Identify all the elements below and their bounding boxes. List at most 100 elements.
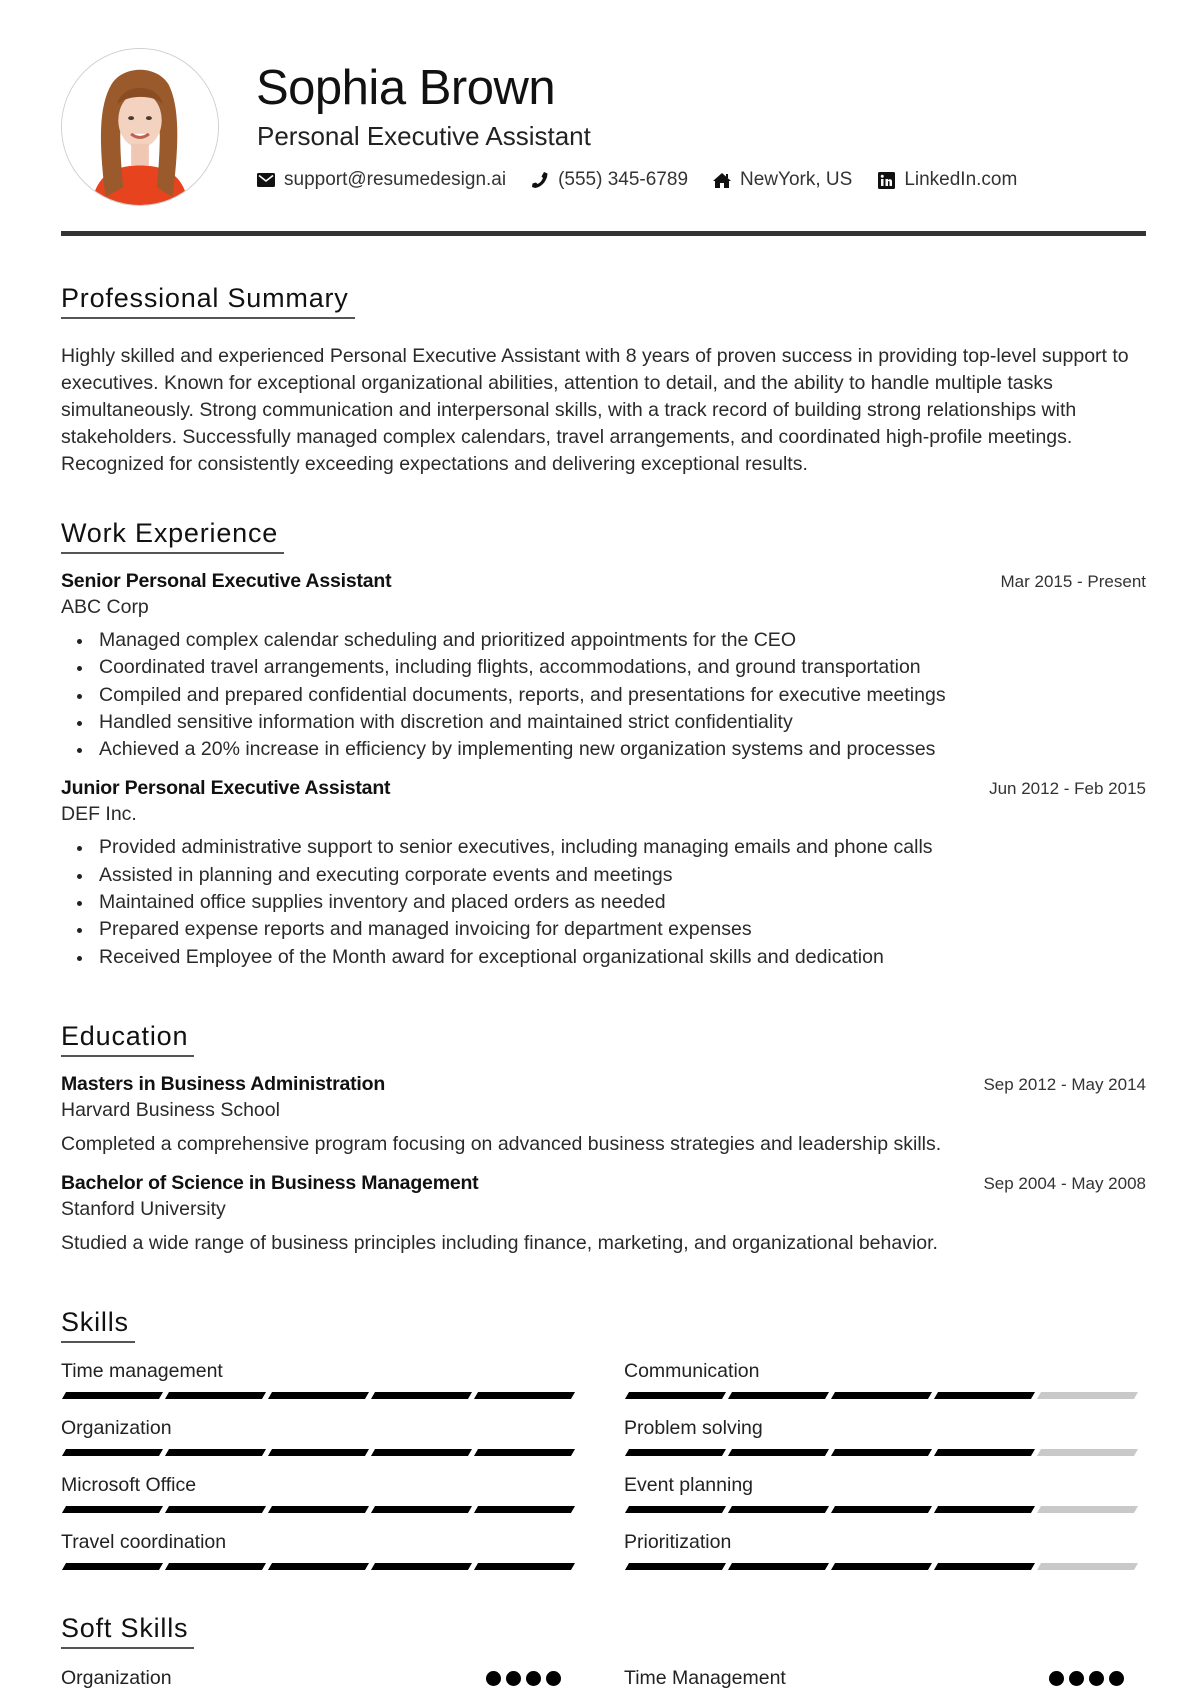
profile-photo-image [62, 49, 218, 205]
rating-segment-empty [1036, 1449, 1139, 1456]
skill-item: Prioritization [624, 1529, 1142, 1570]
contact-email[interactable]: support@resumedesign.ai [256, 168, 506, 192]
education-section: Education Masters in Business Administra… [61, 1020, 1146, 1257]
degree-title: Masters in Business Administration [61, 1073, 386, 1095]
job-bullet: Achieved a 20% increase in efficiency by… [61, 736, 1146, 763]
rating-segment-filled [61, 1392, 164, 1399]
contact-location-text: NewYork, US [740, 169, 853, 190]
education-description: Completed a comprehensive program focusi… [61, 1133, 942, 1155]
skill-rating-bar [624, 1449, 1142, 1456]
skills-section: Skills Time management Communication Organ… [61, 1306, 1146, 1570]
education-entry: Masters in Business Administration Sep 2… [61, 1071, 1146, 1158]
linkedin-icon [876, 171, 896, 189]
rating-segment-filled [933, 1506, 1036, 1513]
rating-segment-filled [61, 1563, 164, 1570]
job-entry: Junior Personal Executive Assistant Jun … [61, 775, 1146, 970]
skill-item: Microsoft Office [61, 1472, 579, 1513]
profile-photo [61, 48, 219, 206]
resume-page: Sophia Brown Personal Executive Assistan… [61, 0, 1146, 1689]
rating-segment-filled [61, 1506, 164, 1513]
job-bullet: Assisted in planning and executing corpo… [61, 862, 1146, 889]
rating-segment-empty [1036, 1563, 1139, 1570]
rating-dot-filled [486, 1670, 501, 1686]
summary-heading: Professional Summary [61, 282, 355, 319]
soft-skills-section: Soft Skills Organization Time Management [61, 1612, 1146, 1689]
education-entry: Bachelor of Science in Business Manageme… [61, 1170, 1146, 1257]
rating-segment-filled [267, 1449, 370, 1456]
contact-linkedin-text: LinkedIn.com [904, 169, 1018, 190]
contact-phone-text: (555) 345-6789 [558, 169, 689, 190]
skill-name: Communication [624, 1360, 760, 1382]
skill-rating-bar [624, 1392, 1142, 1399]
rating-segment-filled [473, 1449, 576, 1456]
contact-email-text: support@resumedesign.ai [284, 169, 507, 190]
soft-skill-name: Time Management [624, 1667, 786, 1689]
skill-rating-bar [61, 1506, 579, 1513]
candidate-title: Personal Executive Assistant [257, 121, 591, 151]
soft-skill-item: Organization [61, 1665, 561, 1691]
candidate-name: Sophia Brown [256, 61, 556, 115]
skill-rating-bar [624, 1506, 1142, 1513]
rating-segment-filled [164, 1392, 267, 1399]
degree-title: Bachelor of Science in Business Manageme… [61, 1172, 479, 1194]
rating-segment-filled [933, 1392, 1036, 1399]
rating-segment-empty [1036, 1506, 1139, 1513]
rating-dot-filled [526, 1670, 541, 1686]
education-description: Studied a wide range of business princip… [61, 1232, 938, 1254]
soft-skills-heading: Soft Skills [61, 1612, 195, 1649]
skill-name: Problem solving [624, 1417, 763, 1439]
job-dates: Mar 2015 - Present [1000, 572, 1146, 591]
rating-segment-filled [727, 1506, 830, 1513]
rating-segment-filled [370, 1506, 473, 1513]
job-company: DEF Inc. [61, 803, 137, 826]
rating-dot-filled [1049, 1670, 1064, 1686]
soft-skill-name: Organization [61, 1667, 172, 1689]
rating-segment-empty [1036, 1392, 1139, 1399]
job-company: ABC Corp [61, 596, 149, 618]
rating-segment-filled [267, 1563, 370, 1570]
rating-dot-filled [1109, 1670, 1124, 1686]
rating-segment-filled [267, 1506, 370, 1513]
skills-heading: Skills [61, 1306, 135, 1343]
soft-skill-item: Time Management [624, 1665, 1124, 1691]
rating-segment-filled [473, 1392, 576, 1399]
skill-name: Microsoft Office [61, 1474, 197, 1496]
rating-segment-filled [61, 1449, 164, 1456]
job-bullet: Coordinated travel arrangements, includi… [61, 654, 1146, 681]
job-bullet: Handled sensitive information with discr… [61, 709, 1146, 736]
skill-rating-bar [61, 1449, 579, 1456]
job-dates: Jun 2012 - Feb 2015 [989, 779, 1146, 799]
phone-icon [530, 171, 550, 189]
experience-section: Work Experience Senior Personal Executiv… [61, 517, 1146, 971]
soft-skill-rating [481, 1670, 561, 1686]
skill-name: Event planning [624, 1474, 754, 1496]
rating-dot-filled [506, 1670, 521, 1686]
job-bullet: Received Employee of the Month award for… [61, 944, 1146, 971]
skill-name: Travel coordination [61, 1531, 227, 1553]
school-name: Harvard Business School [61, 1099, 280, 1121]
summary-section: Professional Summary Highly skilled and … [61, 282, 1146, 478]
contact-linkedin[interactable]: LinkedIn.com [876, 168, 1017, 192]
education-dates: Sep 2012 - May 2014 [983, 1075, 1146, 1094]
contact-list: support@resumedesign.ai (555) 345-6789 N… [256, 168, 1041, 192]
skill-rating-bar [61, 1563, 579, 1570]
job-bullets: Managed complex calendar scheduling and … [61, 627, 1146, 763]
rating-segment-filled [830, 1506, 933, 1513]
job-bullet: Managed complex calendar scheduling and … [61, 627, 1146, 654]
contact-phone[interactable]: (555) 345-6789 [530, 168, 688, 192]
job-title: Junior Personal Executive Assistant [61, 777, 391, 800]
rating-segment-filled [370, 1563, 473, 1570]
rating-segment-filled [933, 1563, 1036, 1570]
skill-item: Event planning [624, 1472, 1142, 1513]
job-title: Senior Personal Executive Assistant [61, 570, 392, 592]
rating-segment-filled [267, 1392, 370, 1399]
soft-skill-rating [1044, 1670, 1124, 1686]
rating-dot-filled [546, 1670, 561, 1686]
school-name: Stanford University [61, 1198, 226, 1220]
resume-header: Sophia Brown Personal Executive Assistan… [61, 0, 1146, 237]
rating-segment-filled [164, 1563, 267, 1570]
education-heading: Education [61, 1020, 195, 1057]
skill-item: Organization [61, 1415, 579, 1456]
rating-segment-filled [933, 1449, 1036, 1456]
rating-dot-filled [1069, 1670, 1084, 1686]
